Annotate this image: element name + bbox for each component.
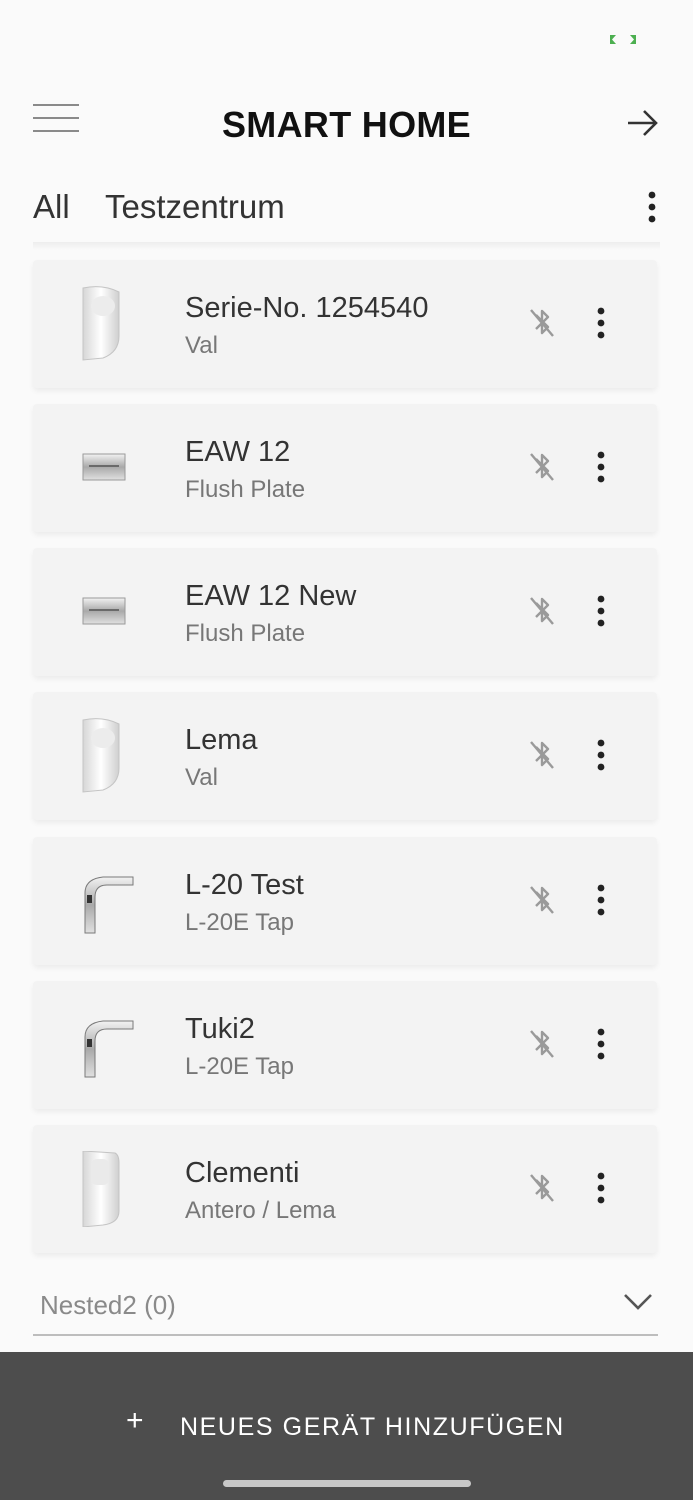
device-type: L-20E Tap <box>185 909 294 936</box>
device-card[interactable]: Tuki2 L-20E Tap <box>33 981 657 1109</box>
device-name: L-20 Test <box>185 869 304 901</box>
bluetooth-disabled-icon <box>527 306 557 342</box>
device-name: EAW 12 <box>185 436 291 468</box>
device-type: Val <box>185 332 218 359</box>
kebab-menu-icon[interactable] <box>590 450 612 484</box>
kebab-menu-icon[interactable] <box>590 306 612 340</box>
device-card[interactable]: EAW 12 Flush Plate <box>33 404 657 532</box>
chevron-down-icon <box>624 1294 652 1310</box>
plus-icon: + <box>126 1404 144 1437</box>
device-name: Serie-No. 1254540 <box>185 292 429 324</box>
group-nested2[interactable]: Nested2 (0) <box>33 1280 658 1336</box>
flush-plate-image <box>73 574 137 650</box>
kebab-menu-icon[interactable] <box>590 738 612 772</box>
device-card[interactable]: Serie-No. 1254540 Val <box>33 260 657 388</box>
bottom-bar: + NEUES GERÄT HINZUFÜGEN <box>0 1352 693 1500</box>
bluetooth-disabled-icon <box>527 1171 557 1207</box>
battery-charging-icon <box>610 35 636 44</box>
tap-image <box>73 1007 137 1083</box>
divider <box>33 242 660 250</box>
device-name: Lema <box>185 724 258 756</box>
kebab-menu-icon[interactable] <box>640 190 664 224</box>
device-card[interactable]: Lema Val <box>33 692 657 820</box>
location-tabs: All Testzentrum <box>0 178 693 242</box>
device-type: Antero / Lema <box>185 1197 336 1224</box>
urinal-image <box>73 718 137 794</box>
arrow-right-icon[interactable] <box>626 108 660 138</box>
app-header: SMART HOME <box>0 70 693 170</box>
bluetooth-disabled-icon <box>527 738 557 774</box>
tab-testzentrum[interactable]: Testzentrum <box>105 188 285 226</box>
device-type: Val <box>185 764 218 791</box>
add-device-label: NEUES GERÄT HINZUFÜGEN <box>180 1413 565 1441</box>
bluetooth-disabled-icon <box>527 450 557 486</box>
group-label: Nested2 (0) <box>40 1290 176 1320</box>
page-title: SMART HOME <box>222 104 471 145</box>
device-type: Flush Plate <box>185 620 306 647</box>
urinal-image <box>73 286 137 362</box>
bluetooth-disabled-icon <box>527 883 557 919</box>
status-bar <box>0 0 693 70</box>
device-card[interactable]: Clementi Antero / Lema <box>33 1125 657 1253</box>
kebab-menu-icon[interactable] <box>590 1027 612 1061</box>
tall-urinal-image <box>73 1145 137 1233</box>
kebab-menu-icon[interactable] <box>590 883 612 917</box>
device-card[interactable]: EAW 12 New Flush Plate <box>33 548 657 676</box>
bluetooth-disabled-icon <box>527 594 557 630</box>
kebab-menu-icon[interactable] <box>590 1171 612 1205</box>
device-name: EAW 12 New <box>185 580 357 612</box>
device-name: Tuki2 <box>185 1013 255 1045</box>
device-type: Flush Plate <box>185 476 306 503</box>
device-name: Clementi <box>185 1157 300 1189</box>
flush-plate-image <box>73 430 137 506</box>
device-type: L-20E Tap <box>185 1053 294 1080</box>
tab-all[interactable]: All <box>33 188 70 226</box>
bluetooth-disabled-icon <box>527 1027 557 1063</box>
tap-image <box>73 863 137 939</box>
add-device-button[interactable]: + NEUES GERÄT HINZUFÜGEN <box>0 1352 693 1500</box>
home-indicator <box>223 1480 471 1487</box>
kebab-menu-icon[interactable] <box>590 594 612 628</box>
device-card[interactable]: L-20 Test L-20E Tap <box>33 837 657 965</box>
